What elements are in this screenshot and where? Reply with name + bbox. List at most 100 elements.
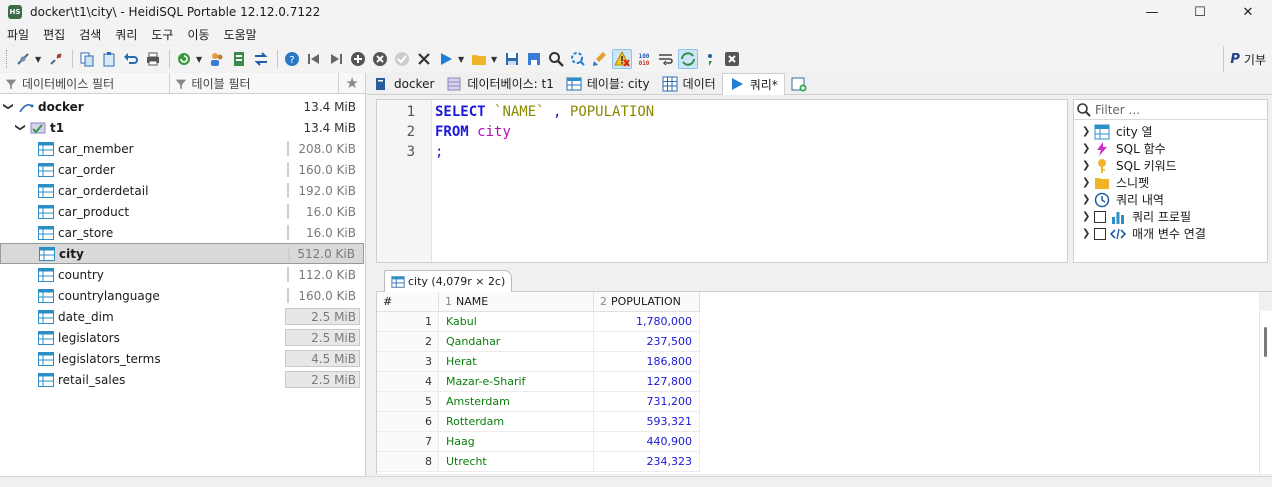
export-icon[interactable]	[229, 49, 249, 69]
tree-table-countrylanguage[interactable]: countrylanguage 160.0 KiB	[0, 285, 364, 306]
table-row[interactable]: 2 Qandahar 237,500	[377, 332, 700, 352]
connect-icon[interactable]	[13, 49, 33, 69]
grid-header-name[interactable]: 1 NAME	[439, 292, 594, 312]
binary-icon[interactable]: 100 010	[634, 49, 654, 69]
undo-icon[interactable]	[121, 49, 141, 69]
table-row[interactable]: 5 Amsterdam 731,200	[377, 392, 700, 412]
row-number-cell[interactable]: 6	[377, 412, 439, 432]
open-dropdown-icon[interactable]: ▼	[491, 55, 499, 64]
helper-item[interactable]: ❯ SQL 키워드	[1082, 157, 1177, 174]
table-row[interactable]: 1 Kabul 1,780,000	[377, 312, 700, 332]
tree-table-date-dim[interactable]: date_dim 2.5 MiB	[0, 306, 364, 327]
helper-filter-input[interactable]: Filter ...	[1074, 100, 1267, 120]
tab-database[interactable]: 데이터베이스: t1	[440, 73, 559, 95]
tree-table-car-member[interactable]: car_member 208.0 KiB	[0, 138, 364, 159]
user-manager-icon[interactable]	[207, 49, 227, 69]
new-query-tab-button[interactable]	[785, 73, 818, 95]
table-row[interactable]: 3 Herat 186,800	[377, 352, 700, 372]
maximize-button[interactable]: ☐	[1176, 0, 1224, 24]
favorites-star-icon[interactable]: ★	[339, 73, 365, 93]
help-icon[interactable]: ?	[282, 49, 302, 69]
grid-header-population[interactable]: 2 POPULATION	[594, 292, 700, 312]
sql-editor[interactable]: 1 2 3 SELECT `NAME` , POPULATION FROM ci…	[376, 99, 1068, 263]
table-row[interactable]: 6 Rotterdam 593,321	[377, 412, 700, 432]
name-cell[interactable]: Haag	[439, 432, 594, 452]
scrollbar-thumb[interactable]	[1264, 327, 1267, 357]
population-cell[interactable]: 440,900	[594, 432, 700, 452]
name-cell[interactable]: Qandahar	[439, 332, 594, 352]
tree-server-docker[interactable]: ❯ docker 13.4 MiB	[0, 96, 364, 117]
menu-search[interactable]: 검색	[72, 26, 108, 43]
menu-tools[interactable]: 도구	[144, 26, 180, 43]
tree-table-car-store[interactable]: car_store 16.0 KiB	[0, 222, 364, 243]
helper-checkbox[interactable]	[1094, 210, 1106, 223]
cancel-changes-icon[interactable]	[414, 49, 434, 69]
row-number-cell[interactable]: 2	[377, 332, 439, 352]
close-button[interactable]: ✕	[1224, 0, 1272, 24]
tree-table-car-product[interactable]: car_product 16.0 KiB	[0, 201, 364, 222]
helper-item[interactable]: ❯ 쿼리 프로필	[1082, 208, 1191, 225]
name-cell[interactable]: Mazar-e-Sharif	[439, 372, 594, 392]
tree-table-legislators[interactable]: legislators 2.5 MiB	[0, 327, 364, 348]
post-changes-icon[interactable]	[392, 49, 412, 69]
population-cell[interactable]: 731,200	[594, 392, 700, 412]
grid-vertical-scrollbar[interactable]	[1259, 311, 1272, 474]
run-query-icon[interactable]	[436, 49, 456, 69]
toolbar-grip[interactable]	[6, 50, 9, 68]
tree-database-t1[interactable]: ❯ t1 13.4 MiB	[0, 117, 364, 138]
helper-item[interactable]: ❯ 쿼리 내역	[1082, 191, 1164, 208]
paste-icon[interactable]	[99, 49, 119, 69]
helper-checkbox[interactable]	[1094, 227, 1106, 240]
name-cell[interactable]: Rotterdam	[439, 412, 594, 432]
find-icon[interactable]	[546, 49, 566, 69]
chevron-right-icon[interactable]: ❯	[1082, 194, 1094, 205]
refresh-dropdown-icon[interactable]: ▼	[196, 55, 204, 64]
helper-item[interactable]: ❯ city 열	[1082, 123, 1153, 140]
tree-table-car-orderdetail[interactable]: car_orderdetail 192.0 KiB	[0, 180, 364, 201]
row-number-cell[interactable]: 5	[377, 392, 439, 412]
tree-table-retail-sales[interactable]: retail_sales 2.5 MiB	[0, 369, 364, 390]
name-cell[interactable]: Herat	[439, 352, 594, 372]
grid-header-rownum[interactable]: #	[377, 292, 439, 312]
chevron-right-icon[interactable]: ❯	[1082, 228, 1094, 239]
row-number-cell[interactable]: 1	[377, 312, 439, 332]
run-dropdown-icon[interactable]: ▼	[458, 55, 466, 64]
name-cell[interactable]: Kabul	[439, 312, 594, 332]
population-cell[interactable]: 234,323	[594, 452, 700, 472]
tree-table-car-order[interactable]: car_order 160.0 KiB	[0, 159, 364, 180]
name-cell[interactable]: Amsterdam	[439, 392, 594, 412]
expand-caret-icon[interactable]: ❯	[15, 122, 26, 134]
clear-icon[interactable]	[590, 49, 610, 69]
insert-record-icon[interactable]	[348, 49, 368, 69]
menu-help[interactable]: 도움말	[217, 26, 264, 43]
tab-grid[interactable]: 데이터	[656, 73, 722, 95]
tab-play[interactable]: 쿼리*	[721, 72, 785, 95]
connect-dropdown-icon[interactable]: ▼	[35, 55, 43, 64]
row-number-cell[interactable]: 7	[377, 432, 439, 452]
chevron-right-icon[interactable]: ❯	[1082, 211, 1094, 222]
helper-item[interactable]: ❯ 매개 변수 연결	[1082, 225, 1206, 242]
population-cell[interactable]: 237,500	[594, 332, 700, 352]
table-row[interactable]: 4 Mazar-e-Sharif 127,800	[377, 372, 700, 392]
first-record-icon[interactable]	[304, 49, 324, 69]
save-icon[interactable]	[502, 49, 522, 69]
row-number-cell[interactable]: 8	[377, 452, 439, 472]
chevron-right-icon[interactable]: ❯	[1082, 126, 1094, 137]
row-number-cell[interactable]: 3	[377, 352, 439, 372]
transfer-icon[interactable]	[251, 49, 271, 69]
delete-record-icon[interactable]	[370, 49, 390, 69]
menu-edit[interactable]: 편집	[36, 26, 72, 43]
tab-table[interactable]: 테이블: city	[560, 73, 656, 95]
disconnect-icon[interactable]	[46, 49, 66, 69]
sql-code[interactable]: SELECT `NAME` , POPULATION FROM city ;	[432, 100, 654, 262]
print-icon[interactable]	[143, 49, 163, 69]
result-grid[interactable]: # 1 NAME 2 POPULATION 1 Kabul 1,780,000 2 Qand…	[376, 292, 1259, 474]
tree-table-country[interactable]: country 112.0 KiB	[0, 264, 364, 285]
wrap-icon[interactable]	[656, 49, 676, 69]
population-cell[interactable]: 186,800	[594, 352, 700, 372]
table-row[interactable]: 8 Utrecht 234,323	[377, 452, 700, 472]
warnings-icon[interactable]	[612, 49, 632, 69]
chevron-right-icon[interactable]: ❯	[1082, 143, 1094, 154]
menu-query[interactable]: 쿼리	[108, 26, 144, 43]
population-cell[interactable]: 593,321	[594, 412, 700, 432]
